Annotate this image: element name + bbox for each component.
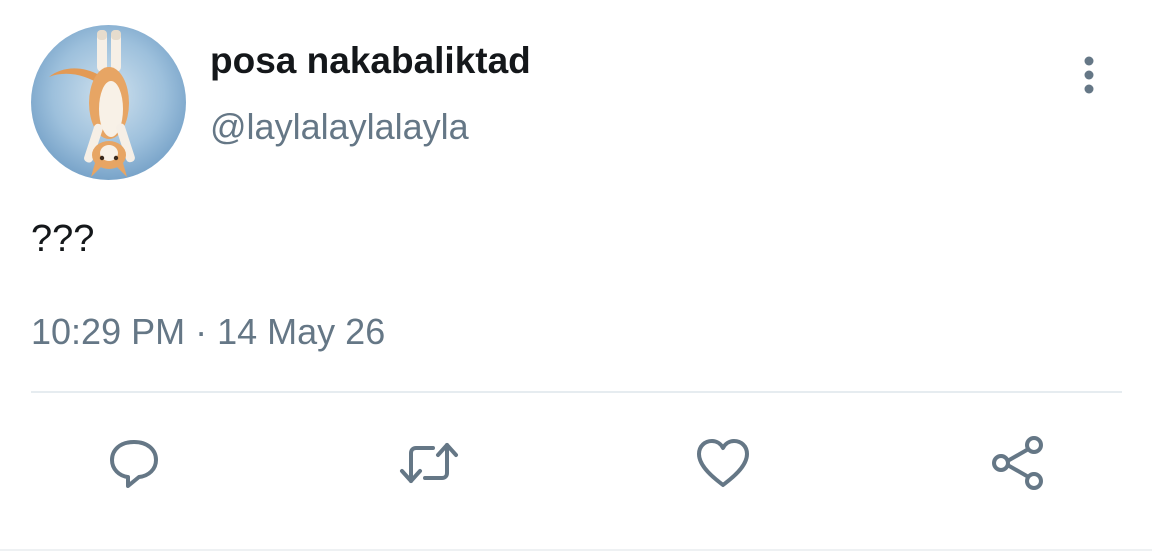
bottom-divider xyxy=(0,549,1152,551)
reply-icon xyxy=(110,440,158,488)
retweet-button[interactable] xyxy=(396,430,462,496)
like-button[interactable] xyxy=(690,430,756,496)
heart-icon xyxy=(697,439,749,487)
retweet-icon xyxy=(400,443,458,483)
more-options-button[interactable] xyxy=(1064,50,1114,100)
tweet-detail: posa nakabaliktad @laylalaylalayla ??? 1… xyxy=(0,0,1152,555)
tweet-date: 14 May 26 xyxy=(217,311,386,352)
tweet-time: 10:29 PM xyxy=(31,311,186,352)
tweet-timestamp[interactable]: 10:29 PM · 14 May 26 xyxy=(31,309,385,355)
more-vertical-icon xyxy=(1084,56,1094,94)
share-icon xyxy=(992,436,1043,490)
reply-button[interactable] xyxy=(101,430,167,496)
timestamp-separator: · xyxy=(195,311,208,352)
avatar[interactable] xyxy=(31,25,186,180)
tweet-text: ??? xyxy=(31,218,95,260)
share-button[interactable] xyxy=(985,430,1051,496)
divider xyxy=(31,391,1122,393)
upside-down-cat-avatar-icon xyxy=(31,25,186,180)
user-handle[interactable]: @laylalaylalayla xyxy=(210,104,469,150)
display-name[interactable]: posa nakabaliktad xyxy=(210,38,531,84)
